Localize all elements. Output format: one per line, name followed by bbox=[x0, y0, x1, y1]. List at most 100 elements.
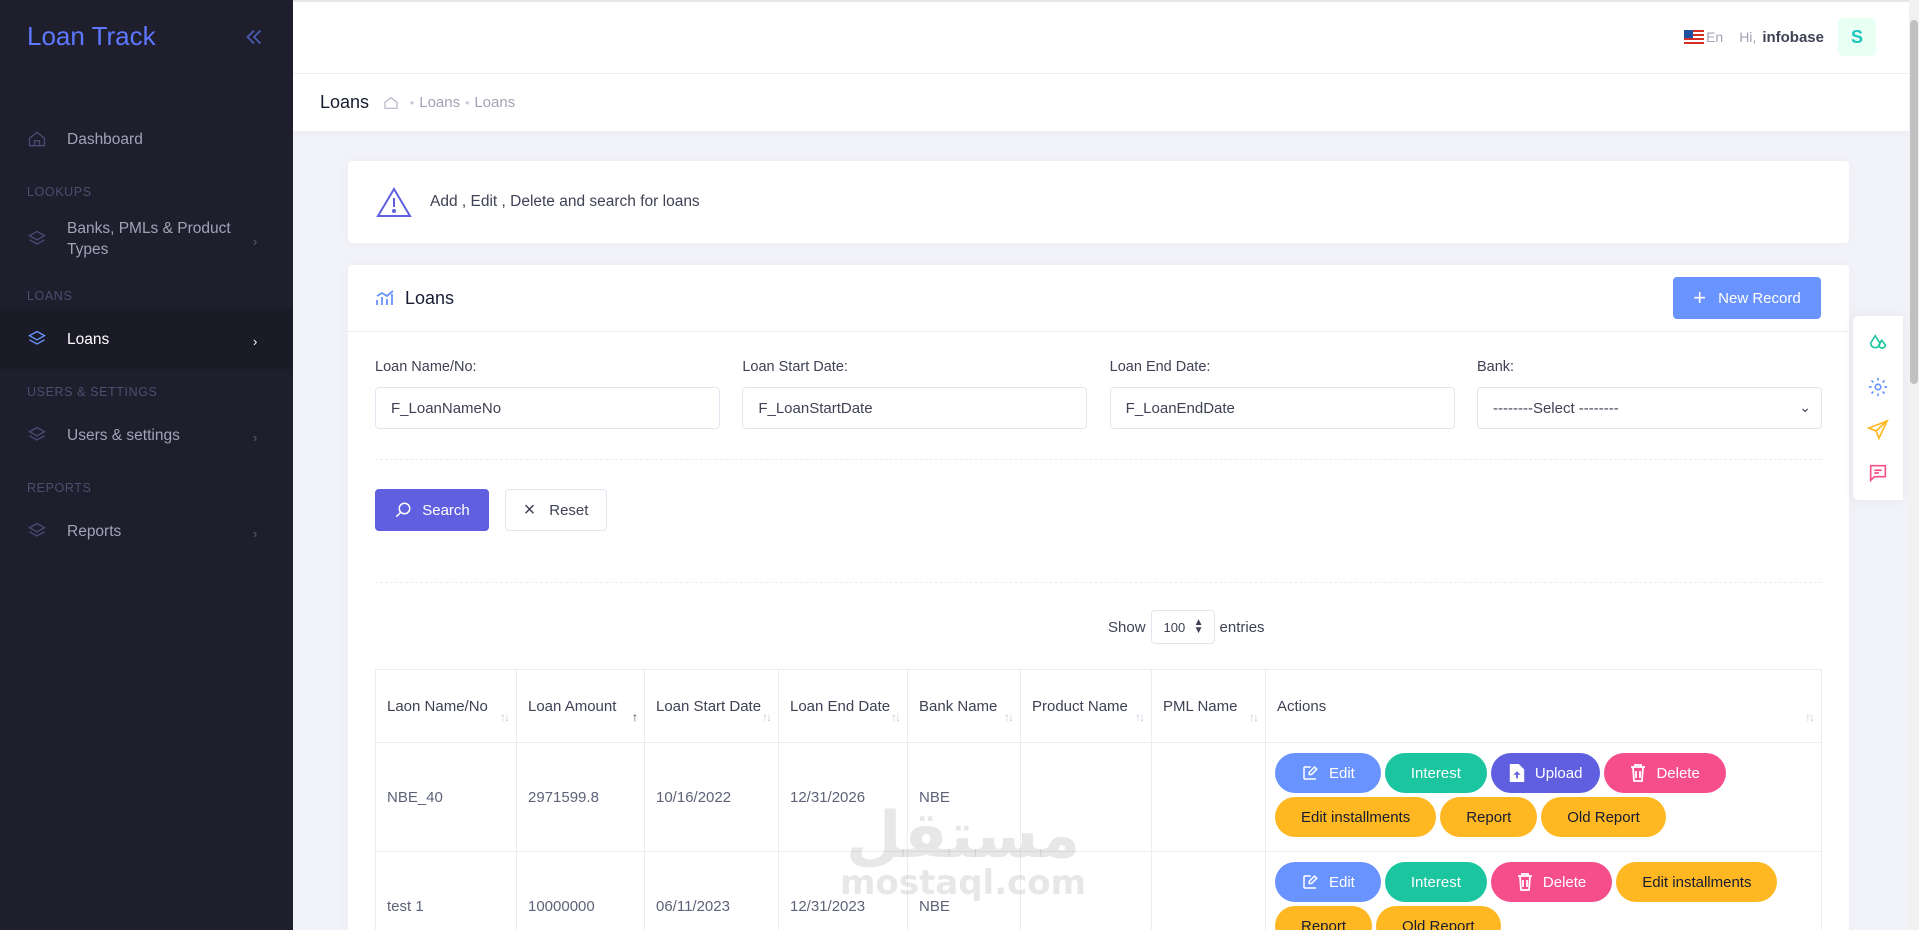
sidebar-item-dashboard[interactable]: Dashboard bbox=[0, 109, 293, 169]
sort-icon: ↑↓ bbox=[500, 710, 510, 724]
us-flag-icon[interactable] bbox=[1684, 30, 1705, 44]
chat-icon bbox=[1869, 464, 1887, 482]
sidebar-section-reports: REPORTS bbox=[27, 481, 92, 495]
reset-label: Reset bbox=[549, 501, 589, 519]
sidebar-item-label: Loans bbox=[67, 330, 110, 348]
filter-loan-name: Loan Name/No: F_LoanNameNo bbox=[375, 359, 720, 429]
interest-button[interactable]: Interest bbox=[1384, 862, 1487, 902]
sort-icon: ↑↓ bbox=[762, 710, 772, 724]
edit-button[interactable]: Edit bbox=[1275, 753, 1381, 793]
sidebar-section-users: USERS & SETTINGS bbox=[27, 385, 158, 399]
cell-loan-amount: 10000000 bbox=[516, 851, 645, 930]
entries-label: entries bbox=[1219, 618, 1265, 636]
table-row: NBE_40 2971599.8 10/16/2022 12/31/2026 N… bbox=[375, 742, 1822, 852]
breadcrumb-item[interactable]: Loans bbox=[419, 94, 460, 111]
sidebar-section-lookups: LOOKUPS bbox=[27, 185, 92, 199]
sort-icon: ↑↓ bbox=[891, 710, 901, 724]
report-button[interactable]: Report bbox=[1440, 797, 1538, 837]
edit-icon bbox=[1303, 765, 1318, 780]
sidebar-menu: Dashboard LOOKUPS Banks, PMLs & Product … bbox=[0, 73, 293, 561]
cell-start-date: 06/11/2023 bbox=[644, 851, 779, 930]
sidebar-item-label: Dashboard bbox=[67, 130, 143, 148]
search-button[interactable]: Search bbox=[375, 489, 489, 531]
divider bbox=[375, 459, 1822, 460]
filter-row: Loan Name/No: F_LoanNameNo Loan Start Da… bbox=[375, 359, 1822, 429]
filter-end-date: Loan End Date: F_LoanEndDate bbox=[1109, 359, 1455, 429]
old-report-button[interactable]: Old Report bbox=[1541, 797, 1666, 837]
loans-card: Loans + New Record Loan Name/No: F_LoanN… bbox=[348, 265, 1849, 930]
brand-title[interactable]: Loan Track bbox=[27, 21, 156, 52]
header-user-area: En Hi, infobase S bbox=[1684, 18, 1876, 56]
search-label: Search bbox=[422, 501, 470, 519]
new-record-label: New Record bbox=[1718, 289, 1801, 307]
bank-select[interactable]: --------Select -------- ⌄ bbox=[1476, 387, 1822, 429]
page-scrollbar[interactable] bbox=[1909, 0, 1919, 930]
column-header-actions[interactable]: Actions ↑↓ bbox=[1265, 669, 1822, 743]
interest-button[interactable]: Interest bbox=[1384, 753, 1487, 793]
sort-asc-icon: ↑ bbox=[632, 710, 638, 724]
quick-send-button[interactable] bbox=[1860, 412, 1896, 448]
sort-icon: ↑↓ bbox=[1004, 710, 1014, 724]
column-header-pml-name[interactable]: PML Name ↑↓ bbox=[1151, 669, 1266, 743]
card-title: Loans bbox=[405, 287, 455, 308]
username[interactable]: infobase bbox=[1762, 29, 1824, 46]
language-label[interactable]: En bbox=[1706, 29, 1723, 45]
column-header-loan-name[interactable]: Laon Name/No ↑↓ bbox=[375, 669, 517, 743]
table-header-row: Laon Name/No ↑↓ Loan Amount ↑ Loan Start D… bbox=[375, 669, 1822, 743]
cell-product-name bbox=[1020, 742, 1152, 852]
edit-installments-button[interactable]: Edit installments bbox=[1275, 797, 1437, 837]
loan-name-input[interactable]: F_LoanNameNo bbox=[375, 387, 720, 429]
edit-button[interactable]: Edit bbox=[1275, 862, 1381, 902]
column-header-bank-name[interactable]: Bank Name ↑↓ bbox=[907, 669, 1021, 743]
cell-end-date: 12/31/2023 bbox=[778, 851, 908, 930]
sidebar-item-label: Users & settings bbox=[67, 426, 180, 444]
cell-pml-name bbox=[1151, 742, 1266, 852]
cell-loan-name: NBE_40 bbox=[375, 742, 517, 852]
column-header-end-date[interactable]: Loan End Date ↑↓ bbox=[778, 669, 908, 743]
divider bbox=[375, 582, 1822, 583]
start-date-input[interactable]: F_LoanStartDate bbox=[742, 387, 1088, 429]
gear-icon bbox=[1868, 377, 1888, 396]
sidebar-item-label: Banks, PMLs & Product Types bbox=[67, 220, 231, 258]
report-button[interactable]: Report bbox=[1275, 906, 1373, 930]
filter-label: Loan End Date: bbox=[1109, 359, 1211, 375]
sidebar-item-users[interactable]: Users & settings › bbox=[0, 405, 293, 465]
send-icon bbox=[1867, 418, 1889, 440]
quick-drops-button[interactable] bbox=[1860, 326, 1896, 362]
chevron-right-icon: › bbox=[253, 334, 258, 349]
quick-settings-button[interactable] bbox=[1860, 369, 1896, 405]
sidebar-item-loans[interactable]: Loans › bbox=[0, 309, 293, 369]
breadcrumb-separator: • bbox=[465, 95, 470, 110]
column-header-product-name[interactable]: Product Name ↑↓ bbox=[1020, 669, 1152, 743]
sidebar: Loan Track Dashboard LOOKUPS Banks, PMLs… bbox=[0, 0, 293, 930]
new-record-button[interactable]: + New Record bbox=[1673, 277, 1821, 319]
entries-select[interactable]: 100 ▲ ▼ bbox=[1150, 610, 1215, 644]
greeting: Hi, bbox=[1739, 29, 1757, 45]
top-header: En Hi, infobase S bbox=[293, 0, 1909, 73]
column-header-loan-amount[interactable]: Loan Amount ↑ bbox=[516, 669, 645, 743]
close-icon: × bbox=[523, 498, 536, 521]
quick-chat-button[interactable] bbox=[1860, 455, 1896, 491]
upload-button[interactable]: Upload bbox=[1490, 753, 1601, 793]
sidebar-item-reports[interactable]: Reports › bbox=[0, 501, 293, 561]
sidebar-item-banks[interactable]: Banks, PMLs & Product Types › bbox=[0, 205, 293, 273]
scrollbar-thumb[interactable] bbox=[1910, 20, 1918, 384]
old-report-button[interactable]: Old Report bbox=[1376, 906, 1501, 930]
column-header-start-date[interactable]: Loan Start Date ↑↓ bbox=[644, 669, 779, 743]
breadcrumb-item[interactable]: Loans bbox=[474, 94, 515, 111]
layers-icon bbox=[28, 230, 46, 245]
home-icon[interactable] bbox=[383, 95, 399, 111]
reset-button[interactable]: × Reset bbox=[505, 489, 607, 531]
cell-actions: Edit Interest Upload Delete Edit install… bbox=[1265, 742, 1822, 852]
cell-product-name bbox=[1020, 851, 1152, 930]
avatar[interactable]: S bbox=[1838, 18, 1876, 56]
drops-icon bbox=[1869, 333, 1887, 349]
collapse-sidebar-icon[interactable] bbox=[243, 26, 265, 48]
card-header: Loans + New Record bbox=[348, 265, 1849, 332]
plus-icon: + bbox=[1693, 285, 1707, 310]
edit-installments-button[interactable]: Edit installments bbox=[1616, 862, 1778, 902]
delete-button[interactable]: Delete bbox=[1604, 753, 1726, 793]
end-date-input[interactable]: F_LoanEndDate bbox=[1109, 387, 1455, 429]
trash-icon bbox=[1517, 873, 1532, 891]
delete-button[interactable]: Delete bbox=[1490, 862, 1613, 902]
